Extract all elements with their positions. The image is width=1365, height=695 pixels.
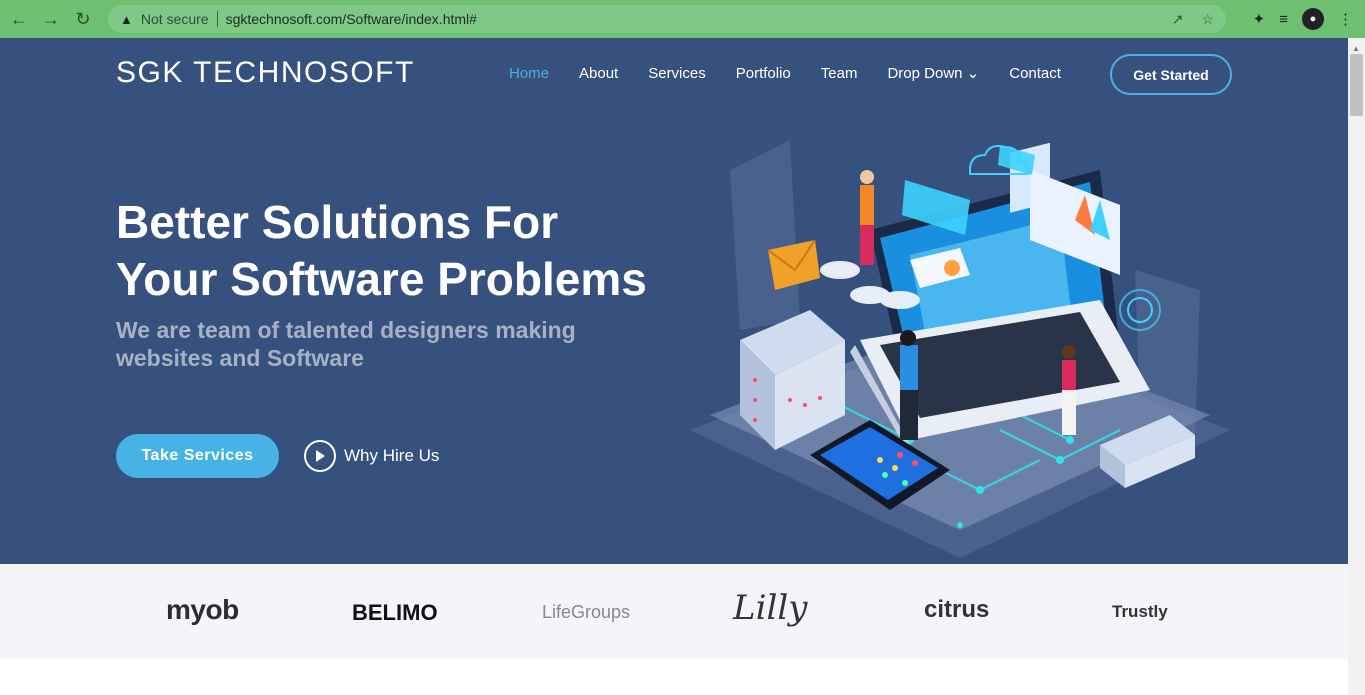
not-secure-label: Not secure — [140, 11, 209, 27]
address-divider — [216, 11, 218, 27]
nav-contact[interactable]: Contact — [1009, 65, 1061, 82]
warning-icon: ▲ — [120, 11, 133, 27]
page-scrollbar[interactable] — [1348, 38, 1365, 695]
browser-menu-icon[interactable]: ⋮ — [1338, 10, 1353, 28]
back-arrow-icon[interactable]: ← — [6, 6, 32, 32]
hero-title: Better Solutions For Your Software Probl… — [116, 194, 696, 308]
client-logo-trustly: Trustly — [1112, 602, 1168, 621]
url-text[interactable]: sgktechnosoft.com/Software/index.html# — [226, 11, 477, 27]
client-logo-lifegroups: LifeGroups — [542, 602, 631, 622]
share-icon[interactable]: ↗ — [1172, 11, 1184, 28]
scrollbar-thumb[interactable] — [1350, 54, 1363, 116]
webpage: SGK TECHNOSOFT Home About Services Portf… — [0, 38, 1348, 695]
client-logo-lilly: Lilly — [733, 588, 808, 628]
reload-icon[interactable]: ↻ — [70, 6, 96, 32]
nav-team[interactable]: Team — [821, 65, 858, 82]
chevron-down-icon: ⌄ — [966, 65, 980, 82]
nav-dropdown-label: Drop Down — [887, 65, 963, 82]
browser-toolbar: ← → ↻ ▲ Not secure sgktechnosoft.com/Sof… — [0, 0, 1365, 38]
next-section — [0, 659, 1348, 695]
take-services-button[interactable]: Take Services — [116, 434, 279, 478]
hero-section: SGK TECHNOSOFT Home About Services Portf… — [0, 38, 1348, 564]
address-bar[interactable]: ▲ Not secure sgktechnosoft.com/Software/… — [108, 5, 1226, 33]
profile-avatar[interactable]: ● — [1302, 8, 1324, 30]
bookmark-star-icon[interactable]: ☆ — [1201, 11, 1214, 28]
hero-illustration — [690, 140, 1230, 558]
nav-dropdown[interactable]: Drop Down ⌄ — [887, 64, 979, 82]
play-icon — [304, 440, 336, 472]
hero-subtitle: We are team of talented designers making… — [116, 317, 576, 371]
why-hire-us-link[interactable]: Why Hire Us — [304, 440, 439, 472]
client-logo-belimo: BELIMO — [352, 600, 438, 625]
clients-section: myob BELIMO LifeGroups Lilly citrus Trus… — [0, 564, 1348, 659]
forward-arrow-icon[interactable]: → — [38, 6, 64, 32]
hero-title-line2: Your Software Problems — [116, 253, 647, 305]
why-hire-us-label: Why Hire Us — [344, 446, 440, 465]
extensions-puzzle-icon[interactable]: ✦ — [1253, 10, 1266, 28]
nav-home[interactable]: Home — [509, 65, 549, 82]
client-logo-myob: myob — [166, 594, 239, 625]
main-nav: Home About Services Portfolio Team Drop … — [509, 64, 1091, 83]
nav-services[interactable]: Services — [648, 65, 706, 82]
client-logo-citrus: citrus — [924, 596, 990, 623]
site-logo[interactable]: SGK TECHNOSOFT — [116, 56, 415, 90]
nav-portfolio[interactable]: Portfolio — [736, 65, 791, 82]
media-queue-icon[interactable]: ≡ — [1279, 11, 1288, 28]
scroll-up-arrow-icon[interactable]: ▲ — [1352, 44, 1360, 53]
hero-title-line1: Better Solutions For — [116, 196, 559, 248]
nav-about[interactable]: About — [579, 65, 618, 82]
get-started-button[interactable]: Get Started — [1110, 54, 1232, 95]
